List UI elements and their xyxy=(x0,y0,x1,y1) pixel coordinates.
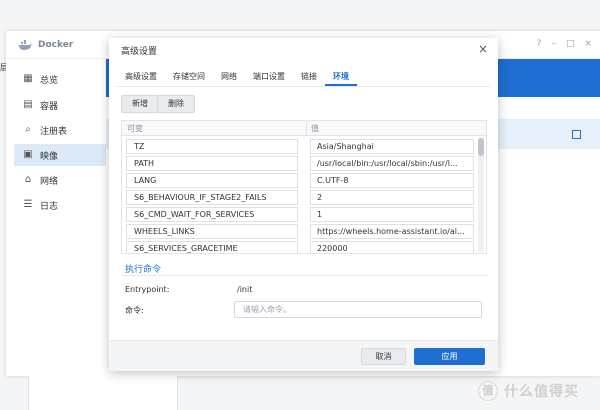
table-row: LANG C.UTF-8 xyxy=(122,172,480,189)
delete-button[interactable]: 删除 xyxy=(157,95,195,113)
docker-app-title: Docker xyxy=(38,40,74,50)
tab-ports[interactable]: 端口设置 xyxy=(245,70,293,86)
help-icon[interactable]: ? xyxy=(537,39,542,49)
env-value-field[interactable]: 2 xyxy=(310,190,474,205)
command-input[interactable]: 请输入命令。 xyxy=(234,301,482,318)
entrypoint-value: /init xyxy=(237,285,253,294)
section-divider xyxy=(121,275,487,276)
table-header: 可变 值 xyxy=(122,121,486,136)
table-row: S6_BEHAVIOUR_IF_STAGE2_FAILS 2 xyxy=(122,189,480,206)
registry-icon: ⌕ xyxy=(25,124,31,135)
log-icon: ☰ xyxy=(23,199,33,210)
tab-advanced[interactable]: 高级设置 xyxy=(117,70,165,86)
dialog-footer: 取消 应用 xyxy=(109,340,498,371)
table-row: S6_CMD_WAIT_FOR_SERVICES 1 xyxy=(122,206,480,223)
background-panel xyxy=(28,376,178,410)
exec-command-section-title: 执行命令 xyxy=(125,265,162,275)
table-row: S6_SERVICES_GRACETIME 220000 xyxy=(122,240,480,253)
tab-storage[interactable]: 存储空间 xyxy=(165,70,213,86)
advanced-settings-dialog: 高级设置 × 高级设置 存储空间 网络 端口设置 链接 环境 新增 删除 可变 … xyxy=(109,38,498,371)
env-key-field[interactable]: S6_BEHAVIOUR_IF_STAGE2_FAILS xyxy=(126,190,298,205)
sidebar-item-label: 容器 xyxy=(40,101,59,112)
env-key-field[interactable]: S6_CMD_WAIT_FOR_SERVICES xyxy=(126,207,298,222)
command-label: 命令: xyxy=(125,306,144,315)
env-key-field[interactable]: WHEELS_LINKS xyxy=(126,224,298,239)
column-header-value: 值 xyxy=(311,124,319,133)
close-icon[interactable]: × xyxy=(478,42,488,56)
env-table: 可变 值 TZ Asia/Shanghai PATH /usr/local/bi… xyxy=(121,120,487,254)
cancel-button[interactable]: 取消 xyxy=(361,348,406,365)
external-link-icon[interactable] xyxy=(572,130,581,139)
sidebar-item-image[interactable]: ▣ 映像 xyxy=(14,144,106,166)
tab-links[interactable]: 链接 xyxy=(293,70,325,86)
minimize-icon[interactable]: – xyxy=(551,39,556,49)
maximize-icon[interactable]: □ xyxy=(566,39,575,49)
column-header-variable: 可变 xyxy=(127,124,143,133)
env-value-field[interactable]: https://wheels.home-assistant.io/al... xyxy=(310,224,474,239)
sidebar-item-label: 注册表 xyxy=(40,126,68,137)
network-icon: ⌂ xyxy=(24,174,32,185)
header-divider xyxy=(306,121,307,136)
tab-bar: 高级设置 存储空间 网络 端口设置 链接 环境 xyxy=(117,70,357,86)
add-button[interactable]: 新增 xyxy=(121,95,159,113)
sidebar-item-overview[interactable]: ▦ 总览 xyxy=(14,68,106,90)
env-value-field[interactable]: 1 xyxy=(310,207,474,222)
watermark: 值 什么值得买 xyxy=(478,381,579,401)
table-row: WHEELS_LINKS https://wheels.home-assista… xyxy=(122,223,480,240)
table-scrollbar[interactable] xyxy=(478,138,484,252)
env-key-field[interactable]: PATH xyxy=(126,156,298,171)
table-row: TZ Asia/Shanghai xyxy=(122,138,480,155)
env-value-field[interactable]: 220000 xyxy=(310,241,474,253)
docker-whale-icon xyxy=(19,40,32,50)
tab-divider xyxy=(117,86,490,87)
sidebar-item-container[interactable]: ▤ 容器 xyxy=(14,94,106,116)
tab-environment[interactable]: 环境 xyxy=(325,70,357,86)
env-value-field[interactable]: C.UTF-8 xyxy=(310,173,474,188)
sidebar-item-log[interactable]: ☰ 日志 xyxy=(14,194,106,216)
table-row: PATH /usr/local/bin:/usr/local/sbin:/usr… xyxy=(122,155,480,172)
env-key-field[interactable]: TZ xyxy=(126,139,298,154)
sidebar-item-network[interactable]: ⌂ 网络 xyxy=(14,169,106,191)
dialog-title: 高级设置 xyxy=(121,47,158,57)
env-key-field[interactable]: LANG xyxy=(126,173,298,188)
watermark-badge: 值 xyxy=(478,381,498,401)
env-value-field[interactable]: /usr/local/bin:/usr/local/sbin:/usr/l... xyxy=(310,156,474,171)
watermark-text: 什么值得买 xyxy=(504,384,579,400)
image-icon: ▣ xyxy=(23,149,33,160)
env-key-field[interactable]: S6_SERVICES_GRACETIME xyxy=(126,241,298,253)
scrollbar-thumb[interactable] xyxy=(478,138,484,156)
sidebar-item-label: 总览 xyxy=(40,75,59,86)
env-value-field[interactable]: Asia/Shanghai xyxy=(310,139,474,154)
docker-sidebar: ▦ 总览 ▤ 容器 ⌕ 注册表 ▣ 映像 ⌂ 网络 ☰ 日志 xyxy=(6,59,106,376)
entrypoint-label: Entrypoint: xyxy=(125,285,170,294)
close-window-icon[interactable]: × xyxy=(584,39,592,49)
apply-button[interactable]: 应用 xyxy=(414,348,485,365)
sidebar-item-label: 网络 xyxy=(40,176,59,187)
tab-network[interactable]: 网络 xyxy=(213,70,245,86)
sidebar-item-registry[interactable]: ⌕ 注册表 xyxy=(14,119,106,141)
container-icon: ▤ xyxy=(23,99,33,110)
dashboard-icon: ▦ xyxy=(23,73,33,84)
sidebar-item-label: 映像 xyxy=(40,151,59,162)
sidebar-item-label: 日志 xyxy=(40,201,59,212)
